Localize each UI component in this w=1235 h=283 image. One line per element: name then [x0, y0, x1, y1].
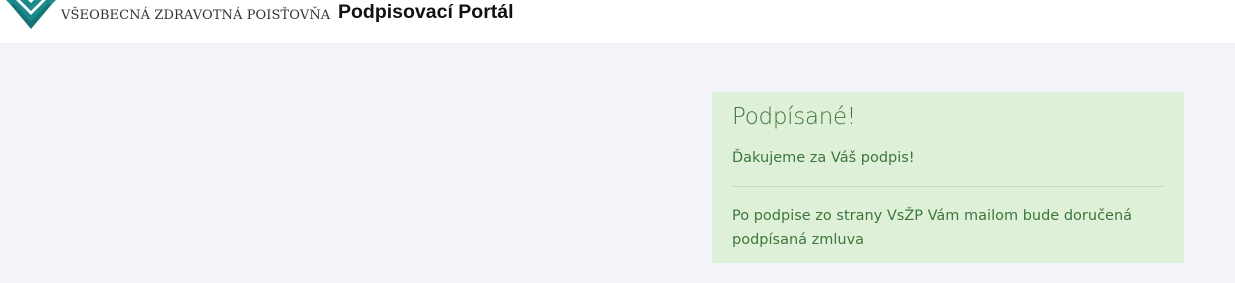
vszp-chevron-logo-icon	[2, 0, 60, 32]
alert-thanks-message: Ďakujeme za Váš podpis!	[732, 150, 915, 166]
page-title: Podpisovací Portál	[338, 1, 514, 23]
alert-heading: Podpísané!	[732, 104, 856, 130]
logo-text: VŠEOBECNÁ ZDRAVOTNÁ POISŤOVŇA	[61, 8, 331, 23]
alert-divider	[732, 186, 1164, 187]
app-header: VŠEOBECNÁ ZDRAVOTNÁ POISŤOVŇA Podpisovac…	[0, 0, 1235, 43]
alert-note: Po podpise zo strany VsŽP Vám mailom bud…	[732, 208, 1133, 248]
success-alert: Podpísané! Ďakujeme za Váš podpis! Po po…	[712, 92, 1184, 263]
